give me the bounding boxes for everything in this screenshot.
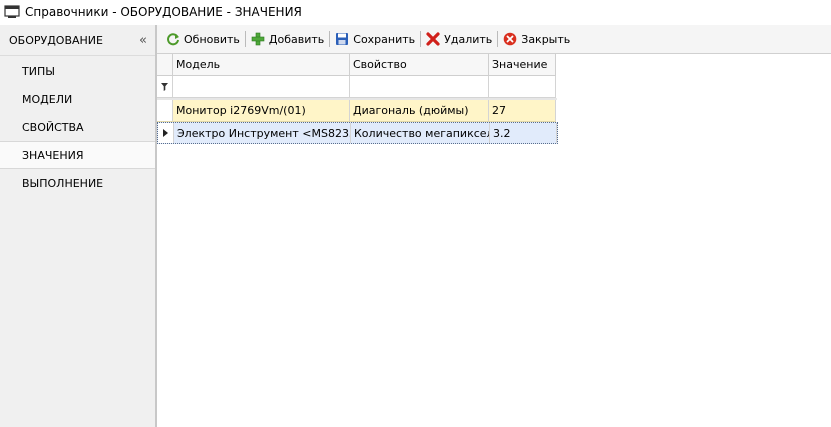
filter-cell-property[interactable]	[350, 76, 489, 97]
filter-icon	[161, 82, 168, 91]
sidebar-item-properties[interactable]: СВОЙСТВА	[0, 113, 155, 141]
sidebar-item-label: ВЫПОЛНЕНИЕ	[22, 176, 104, 190]
sidebar-header-label: ОБОРУДОВАНИЕ	[9, 33, 103, 47]
column-header-model[interactable]: Модель	[173, 54, 350, 75]
toolbar-divider	[244, 31, 246, 47]
values-grid: Модель Свойство Значение Монитор i2769Vm…	[157, 54, 831, 427]
sidebar-item-label: МОДЕЛИ	[22, 92, 73, 106]
cell-property[interactable]: Количество мегапикселей	[351, 123, 490, 143]
sidebar-item-label: ТИПЫ	[22, 64, 55, 78]
delete-label: Удалить	[444, 32, 493, 46]
table-row[interactable]: Электро Инструмент <MS8233E> Количество …	[157, 122, 558, 144]
sidebar-item-values[interactable]: ЗНАЧЕНИЯ	[0, 141, 155, 169]
column-header-value[interactable]: Значение	[489, 54, 556, 75]
floppy-disk-icon	[336, 33, 349, 45]
toolbar-divider	[420, 31, 422, 47]
refresh-icon	[167, 33, 179, 46]
cell-property[interactable]: Диагональ (дюймы)	[350, 100, 489, 121]
toolbar-divider	[329, 31, 331, 47]
filter-indicator-cell	[157, 76, 173, 97]
toolbar-divider	[497, 31, 499, 47]
row-indicator	[158, 123, 174, 143]
row-indicator	[157, 100, 173, 121]
cell-model[interactable]: Монитор i2769Vm/(01)	[173, 100, 350, 121]
sidebar: ОБОРУДОВАНИЕ « ТИПЫ МОДЕЛИ СВОЙСТВА ЗНАЧ…	[0, 25, 155, 427]
add-label: Добавить	[268, 32, 325, 46]
sidebar-item-label: ЗНАЧЕНИЯ	[22, 148, 84, 162]
plus-icon	[251, 32, 265, 46]
refresh-label: Обновить	[184, 32, 240, 46]
delete-button[interactable]: Удалить	[422, 28, 496, 50]
sidebar-item-types[interactable]: ТИПЫ	[0, 57, 155, 85]
sidebar-header: ОБОРУДОВАНИЕ «	[0, 25, 155, 56]
column-header-property[interactable]: Свойство	[350, 54, 489, 75]
close-button[interactable]: Закрыть	[499, 28, 574, 50]
toolbar: Обновить Добавить Сохранить Удалить Закр…	[157, 25, 831, 54]
save-label: Сохранить	[353, 32, 416, 46]
title-bar: Справочники - ОБОРУДОВАНИЕ - ЗНАЧЕНИЯ	[0, 0, 831, 24]
sidebar-item-label: СВОЙСТВА	[22, 120, 84, 134]
cell-value[interactable]: 3.2	[490, 123, 557, 143]
filter-cell-model[interactable]	[173, 76, 350, 97]
cell-value[interactable]: 27	[489, 100, 556, 121]
add-button[interactable]: Добавить	[247, 28, 328, 50]
window-title: Справочники - ОБОРУДОВАНИЕ - ЗНАЧЕНИЯ	[25, 5, 302, 19]
grid-header-row: Модель Свойство Значение	[157, 54, 556, 76]
cell-model[interactable]: Электро Инструмент <MS8233E>	[174, 123, 351, 143]
close-circle-icon	[503, 32, 517, 46]
filter-cell-value[interactable]	[489, 76, 556, 97]
save-button[interactable]: Сохранить	[331, 28, 419, 50]
refresh-button[interactable]: Обновить	[162, 28, 244, 50]
red-x-icon	[426, 32, 440, 46]
close-label: Закрыть	[521, 32, 571, 46]
sidebar-item-execution[interactable]: ВЫПОЛНЕНИЕ	[0, 169, 155, 197]
header-indicator-cell	[157, 54, 173, 75]
current-row-arrow-icon	[163, 129, 168, 137]
filter-row	[157, 76, 556, 98]
sidebar-item-models[interactable]: МОДЕЛИ	[0, 85, 155, 113]
table-row[interactable]: Монитор i2769Vm/(01) Диагональ (дюймы) 2…	[157, 100, 556, 122]
collapse-sidebar-icon[interactable]: «	[139, 33, 147, 48]
window-app-icon	[4, 5, 20, 18]
